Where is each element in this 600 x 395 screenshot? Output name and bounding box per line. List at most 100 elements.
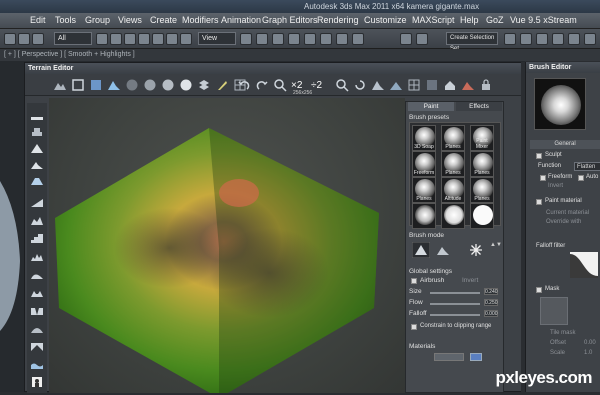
flatten-icon[interactable] bbox=[30, 109, 44, 123]
offset-value[interactable]: 0.00 bbox=[584, 340, 596, 346]
menu-animation[interactable]: Animation bbox=[221, 15, 261, 25]
dune-icon[interactable] bbox=[30, 267, 44, 281]
raise-brush-icon[interactable] bbox=[412, 242, 430, 258]
brush-preset[interactable]: Altitude bbox=[441, 177, 465, 203]
auto-checkbox[interactable] bbox=[578, 175, 584, 181]
size-field[interactable]: 0.240 bbox=[484, 288, 498, 295]
curve-editor-icon[interactable] bbox=[536, 33, 548, 45]
manipulate-icon[interactable] bbox=[256, 33, 268, 45]
brush-preset[interactable]: Planes bbox=[470, 177, 494, 203]
home-icon[interactable] bbox=[443, 78, 457, 92]
brush-preset[interactable]: Planes bbox=[441, 125, 465, 151]
crater-icon[interactable] bbox=[30, 285, 44, 299]
menu-maxscript[interactable]: MAXScript bbox=[412, 15, 455, 25]
terrain-icon[interactable] bbox=[53, 78, 67, 92]
zoom-fit-icon[interactable] bbox=[71, 78, 85, 92]
percent-snap-icon[interactable] bbox=[320, 33, 332, 45]
select-icon[interactable] bbox=[96, 33, 108, 45]
menu-modifiers[interactable]: Modifiers bbox=[182, 15, 219, 25]
brush-preset[interactable]: Planes bbox=[412, 177, 436, 203]
terrace-icon[interactable] bbox=[30, 231, 44, 245]
redo-icon[interactable] bbox=[18, 33, 30, 45]
function-dropdown[interactable]: Flatten bbox=[574, 162, 600, 171]
menu-views[interactable]: Views bbox=[118, 15, 142, 25]
paint-icon[interactable] bbox=[215, 78, 229, 92]
scale-icon[interactable] bbox=[180, 33, 192, 45]
material-editor-icon[interactable] bbox=[568, 33, 580, 45]
brush-preset[interactable] bbox=[470, 203, 494, 229]
menu-create[interactable]: Create bbox=[150, 15, 177, 25]
divide-resolution-button[interactable]: ÷2 bbox=[311, 80, 322, 91]
falloff-field[interactable]: 0.000 bbox=[484, 310, 498, 317]
pivot-icon[interactable] bbox=[240, 33, 252, 45]
tab-paint[interactable]: Paint bbox=[408, 102, 454, 111]
menu-goz[interactable]: GoZ bbox=[486, 15, 504, 25]
falloff-curve[interactable] bbox=[570, 252, 598, 278]
size-slider[interactable] bbox=[430, 292, 480, 294]
render-icon[interactable] bbox=[584, 33, 596, 45]
paint-material-checkbox[interactable] bbox=[536, 199, 542, 205]
schematic-icon[interactable] bbox=[552, 33, 564, 45]
material-dropdown[interactable] bbox=[434, 353, 464, 361]
mountain-icon[interactable] bbox=[107, 78, 121, 92]
menu-vue[interactable]: Vue 9.5 xStream bbox=[510, 15, 577, 25]
grid-icon[interactable] bbox=[407, 78, 421, 92]
graphite-icon[interactable] bbox=[520, 33, 532, 45]
brush-preset[interactable]: 3D Soap bbox=[412, 125, 436, 151]
canyon-icon[interactable] bbox=[30, 303, 44, 317]
brush-preset[interactable]: Paint Mixer bbox=[470, 125, 494, 151]
align-icon[interactable] bbox=[416, 33, 428, 45]
flow-slider[interactable] bbox=[430, 303, 480, 305]
layers-icon[interactable] bbox=[197, 78, 211, 92]
reset-icon[interactable] bbox=[353, 78, 367, 92]
sphere-icon[interactable] bbox=[125, 78, 139, 92]
dig-icon[interactable] bbox=[30, 339, 44, 353]
selection-filter-dropdown[interactable]: All bbox=[54, 32, 92, 45]
constrain-checkbox[interactable] bbox=[411, 324, 417, 330]
menu-group[interactable]: Group bbox=[85, 15, 110, 25]
brush-preset[interactable] bbox=[441, 203, 465, 229]
rect-select-icon[interactable] bbox=[124, 33, 136, 45]
select-icon[interactable] bbox=[89, 78, 103, 92]
sculpt-checkbox[interactable] bbox=[536, 153, 542, 159]
reference-coord-dropdown[interactable]: View bbox=[198, 32, 236, 45]
keyboard-icon[interactable] bbox=[272, 33, 284, 45]
zoom-icon[interactable] bbox=[273, 78, 287, 92]
viewport-label[interactable]: [ + ] [ Perspective ] [ Smooth + Highlig… bbox=[0, 49, 600, 61]
spinner-snap-icon[interactable] bbox=[336, 33, 348, 45]
mask-preview[interactable] bbox=[540, 297, 568, 325]
menu-edit[interactable]: Edit bbox=[30, 15, 46, 25]
brush-preset[interactable]: Planes bbox=[441, 151, 465, 177]
redo-icon[interactable] bbox=[255, 78, 269, 92]
ridge-icon[interactable] bbox=[30, 157, 44, 171]
undo-icon[interactable] bbox=[4, 33, 16, 45]
select-by-name-icon[interactable] bbox=[110, 33, 122, 45]
sphere-icon[interactable] bbox=[143, 78, 157, 92]
menu-rendering[interactable]: Rendering bbox=[317, 15, 359, 25]
link-icon[interactable] bbox=[32, 33, 44, 45]
slope-icon[interactable] bbox=[30, 195, 44, 209]
terrain-canvas[interactable] bbox=[49, 98, 405, 395]
snowflake-icon[interactable] bbox=[470, 244, 482, 256]
freeform-checkbox[interactable] bbox=[540, 175, 546, 181]
mountain-icon[interactable] bbox=[389, 78, 403, 92]
stamp-brush-icon[interactable] bbox=[434, 242, 452, 258]
mountain-icon[interactable] bbox=[371, 78, 385, 92]
erosion-icon[interactable] bbox=[461, 78, 475, 92]
noise-icon[interactable] bbox=[30, 249, 44, 263]
zoom-out-icon[interactable] bbox=[335, 78, 349, 92]
named-selection-icon[interactable] bbox=[352, 33, 364, 45]
brush-preset[interactable]: Planes bbox=[470, 151, 494, 177]
sphere-icon[interactable] bbox=[161, 78, 175, 92]
stamp-icon[interactable] bbox=[30, 125, 44, 139]
grid-icon[interactable] bbox=[425, 78, 439, 92]
mirror-icon[interactable] bbox=[400, 33, 412, 45]
window-crossing-icon[interactable] bbox=[138, 33, 150, 45]
mask-checkbox[interactable] bbox=[536, 287, 542, 293]
rotate-icon[interactable] bbox=[166, 33, 178, 45]
material-color-swatch[interactable] bbox=[470, 353, 482, 361]
falloff-slider[interactable] bbox=[430, 314, 480, 316]
sphere-icon[interactable] bbox=[179, 78, 193, 92]
lock-icon[interactable] bbox=[479, 78, 493, 92]
menu-tools[interactable]: Tools bbox=[55, 15, 76, 25]
